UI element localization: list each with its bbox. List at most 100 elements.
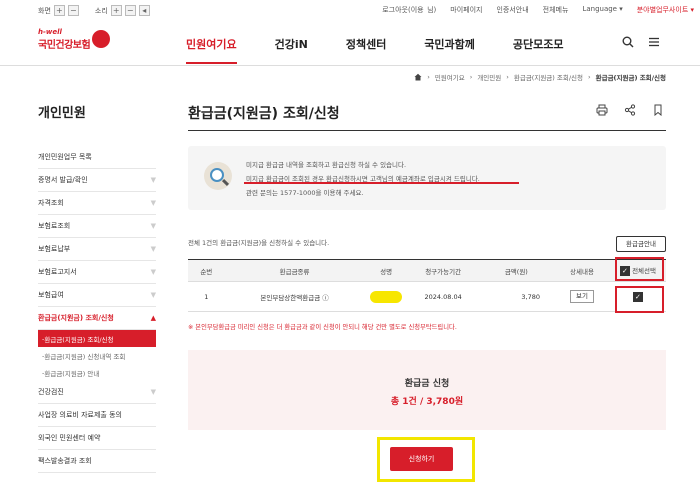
sidebar-item-label: 보험료고지서 (38, 268, 77, 276)
magnifier-icon (204, 162, 232, 190)
sidebar-item[interactable]: 외국인 민원센터 예약 (38, 427, 156, 450)
main-nav: 민원여기요 건강iN 정책센터 국민과함께 공단모조모 (186, 36, 602, 64)
sidebar-subitem-refund-guide[interactable]: - 환급금(지원금) 안내 (38, 364, 156, 381)
summary-title: 환급금 신청 (404, 379, 450, 389)
breadcrumb-item[interactable]: 환급금(지원금) 조회/신청 (514, 72, 583, 82)
header: h-well 국민건강보험 민원여기요 건강iN 정책센터 국민과함께 공단모조… (0, 22, 700, 66)
table-header: 순번 (188, 259, 225, 282)
name-redaction (370, 290, 403, 303)
sidebar-item-label: 사업장 의료비 자료제출 동의 (38, 411, 122, 419)
sidebar-subitem-label: 환급금(지원금) 안내 (44, 369, 100, 378)
sidebar-item[interactable]: 사업장 의료비 자료제출 동의 (38, 404, 156, 427)
sound-label: 소리 (94, 6, 108, 15)
table-header: 상세내용 (554, 259, 610, 282)
sidebar-item-label: 보험급여 (38, 291, 64, 299)
breadcrumb-item[interactable]: 개인민원 (477, 72, 501, 82)
applicant-name-masked (364, 281, 408, 312)
sidebar-item[interactable]: 보험료조회 ▼ (38, 215, 156, 238)
summary-total: 총 1건 / 3,780원 (390, 397, 464, 407)
sidebar-item-label: 보험료납부 (38, 245, 71, 253)
nav-item-about[interactable]: 공단모조모 (513, 36, 564, 64)
zoom-label: 화면 (38, 6, 51, 15)
home-icon[interactable] (414, 73, 422, 81)
notice-line: 미지급 환급금 내역을 조회하고 환급신청 하실 수 있습니다. (246, 161, 407, 169)
table-header: 청구가능기간 (407, 259, 479, 282)
bookmark-icon[interactable] (652, 104, 664, 116)
notice-line: 관련 문의는 1577-1000을 이용해 주세요. (246, 189, 364, 197)
row-number: 1 (188, 281, 225, 312)
sidebar-item-label: 자격조회 (38, 199, 64, 207)
highlight-box-header (615, 257, 664, 281)
zoom-in-button[interactable]: + (53, 5, 65, 16)
sidebar-subitem-refund-history[interactable]: - 환급금(지원금) 신청내역 조회 (38, 347, 156, 364)
language-select[interactable]: Language ▾ (582, 5, 622, 15)
refund-table: 순번 환급금종류 성명 청구가능기간 금액(원) 상세내용 ✓ 전체선택 1 본… (188, 259, 666, 312)
utility-bar: 화면 + − 소리 + − ◂ 로그아웃(이용 님) 마이페이지 인증서안내 전… (0, 0, 700, 22)
sound-icon[interactable]: ◂ (138, 5, 150, 16)
sidebar-item[interactable]: 보험료납부 ▼ (38, 238, 156, 261)
highlight-underline (244, 182, 519, 184)
refund-amount: 3,780 (478, 281, 555, 312)
breadcrumb: › 민원여기요 › 개인민원 › 환급금(지원금) 조회/신청 › 환급금(지원금) 조… (414, 72, 666, 82)
field-sites-select[interactable]: 분야별업무사이트 ▾ (637, 5, 694, 15)
search-icon[interactable] (622, 36, 634, 48)
detail-cell: 보기 (554, 281, 610, 312)
sidebar-item[interactable]: 개인민원업무 목록 (38, 146, 156, 169)
table-header: 금액(원) (478, 259, 555, 282)
sidebar: 개인민원업무 목록 증명서 발급/확인 ▼ 자격조회 ▼ 보험료조회 ▼ 보험료납부 ▼… (38, 146, 156, 473)
table-header: 성명 (364, 259, 408, 282)
mypage-link[interactable]: 마이페이지 (450, 5, 482, 15)
sidebar-item-label: 건강검진 (38, 388, 64, 396)
warning-text: ※ 본인부담환급금 미리인 신청은 더 환급금과 같이 신청이 안되니 해당 건… (188, 324, 457, 331)
sidebar-item[interactable]: 증명서 발급/확인 ▼ (38, 169, 156, 192)
sidebar-item[interactable]: 보험료고지서 ▼ (38, 261, 156, 284)
table-header: 환급금종류 (224, 259, 365, 282)
print-icon[interactable] (596, 104, 608, 116)
chevron-down-icon: ▼ (150, 222, 156, 230)
sidebar-item[interactable]: 팩스발송결과 조회 (38, 450, 156, 473)
volume-down-button[interactable]: − (124, 5, 136, 16)
nav-item-civil[interactable]: 민원여기요 (186, 36, 237, 64)
sidebar-item[interactable]: 보험급여 ▼ (38, 284, 156, 307)
nav-item-together[interactable]: 국민과함께 (424, 36, 475, 64)
nav-item-health[interactable]: 건강iN (275, 36, 308, 64)
notice-box: 미지급 환급금 내역을 조회하고 환급신청 하실 수 있습니다. 미지급 환급금… (188, 146, 666, 210)
highlight-box-row (615, 286, 664, 313)
view-detail-button[interactable]: 보기 (570, 290, 594, 303)
sidebar-item-refund[interactable]: 환급금(지원금) 조회/신청 ▲ (38, 307, 156, 330)
chevron-down-icon: ▼ (150, 268, 156, 276)
apply-button[interactable]: 신청하기 (390, 447, 453, 471)
sidebar-item[interactable]: 건강검진 ▼ (38, 381, 156, 404)
sidebar-item[interactable]: 자격조회 ▼ (38, 192, 156, 215)
sidebar-item-label: 외국인 민원센터 예약 (38, 434, 101, 442)
breadcrumb-item[interactable]: 민원여기요 (435, 72, 465, 82)
sidebar-title: 개인민원 (38, 106, 86, 121)
chevron-up-icon: ▲ (150, 314, 156, 322)
table-row: 1 본인부담상한액환급금 ⓘ 2024.08.04 3,780 보기 ✓ (188, 281, 666, 312)
sidebar-item-label: 보험료조회 (38, 222, 71, 230)
chevron-down-icon: ▼ (150, 245, 156, 253)
site-logo[interactable]: h-well 국민건강보험 (38, 28, 110, 58)
menu-icon[interactable] (648, 36, 660, 48)
chevron-down-icon: ▼ (150, 291, 156, 299)
title-divider (188, 130, 666, 131)
volume-up-button[interactable]: + (110, 5, 122, 16)
sidebar-subitem-label: 환급금(지원금) 신청내역 조회 (44, 352, 126, 361)
cert-link[interactable]: 인증서안내 (496, 5, 528, 15)
breadcrumb-current: 환급금(지원금) 조회/신청 (595, 74, 666, 82)
zoom-out-button[interactable]: − (67, 5, 79, 16)
chevron-down-icon: ▼ (150, 388, 156, 396)
sidebar-item-label: 팩스발송결과 조회 (38, 457, 92, 465)
sidebar-subitem-refund-apply[interactable]: - 환급금(지원금) 조회/신청 (38, 330, 156, 347)
refund-type[interactable]: 본인부담상한액환급금 ⓘ (224, 281, 365, 312)
page-title: 환급금(지원금) 조회/신청 (188, 106, 340, 122)
sidebar-item-label: 증명서 발급/확인 (38, 176, 88, 184)
chevron-down-icon: ▼ (150, 199, 156, 207)
logout-link[interactable]: 로그아웃(이용 님) (382, 5, 436, 15)
claim-period: 2024.08.04 (407, 281, 479, 312)
refund-guide-button[interactable]: 환급금안내 (616, 236, 666, 252)
all-menu-link[interactable]: 전체메뉴 (543, 5, 569, 15)
share-icon[interactable] (624, 104, 636, 116)
nav-item-policy[interactable]: 정책센터 (346, 36, 386, 64)
sidebar-subitem-label: 환급금(지원금) 조회/신청 (44, 335, 114, 344)
